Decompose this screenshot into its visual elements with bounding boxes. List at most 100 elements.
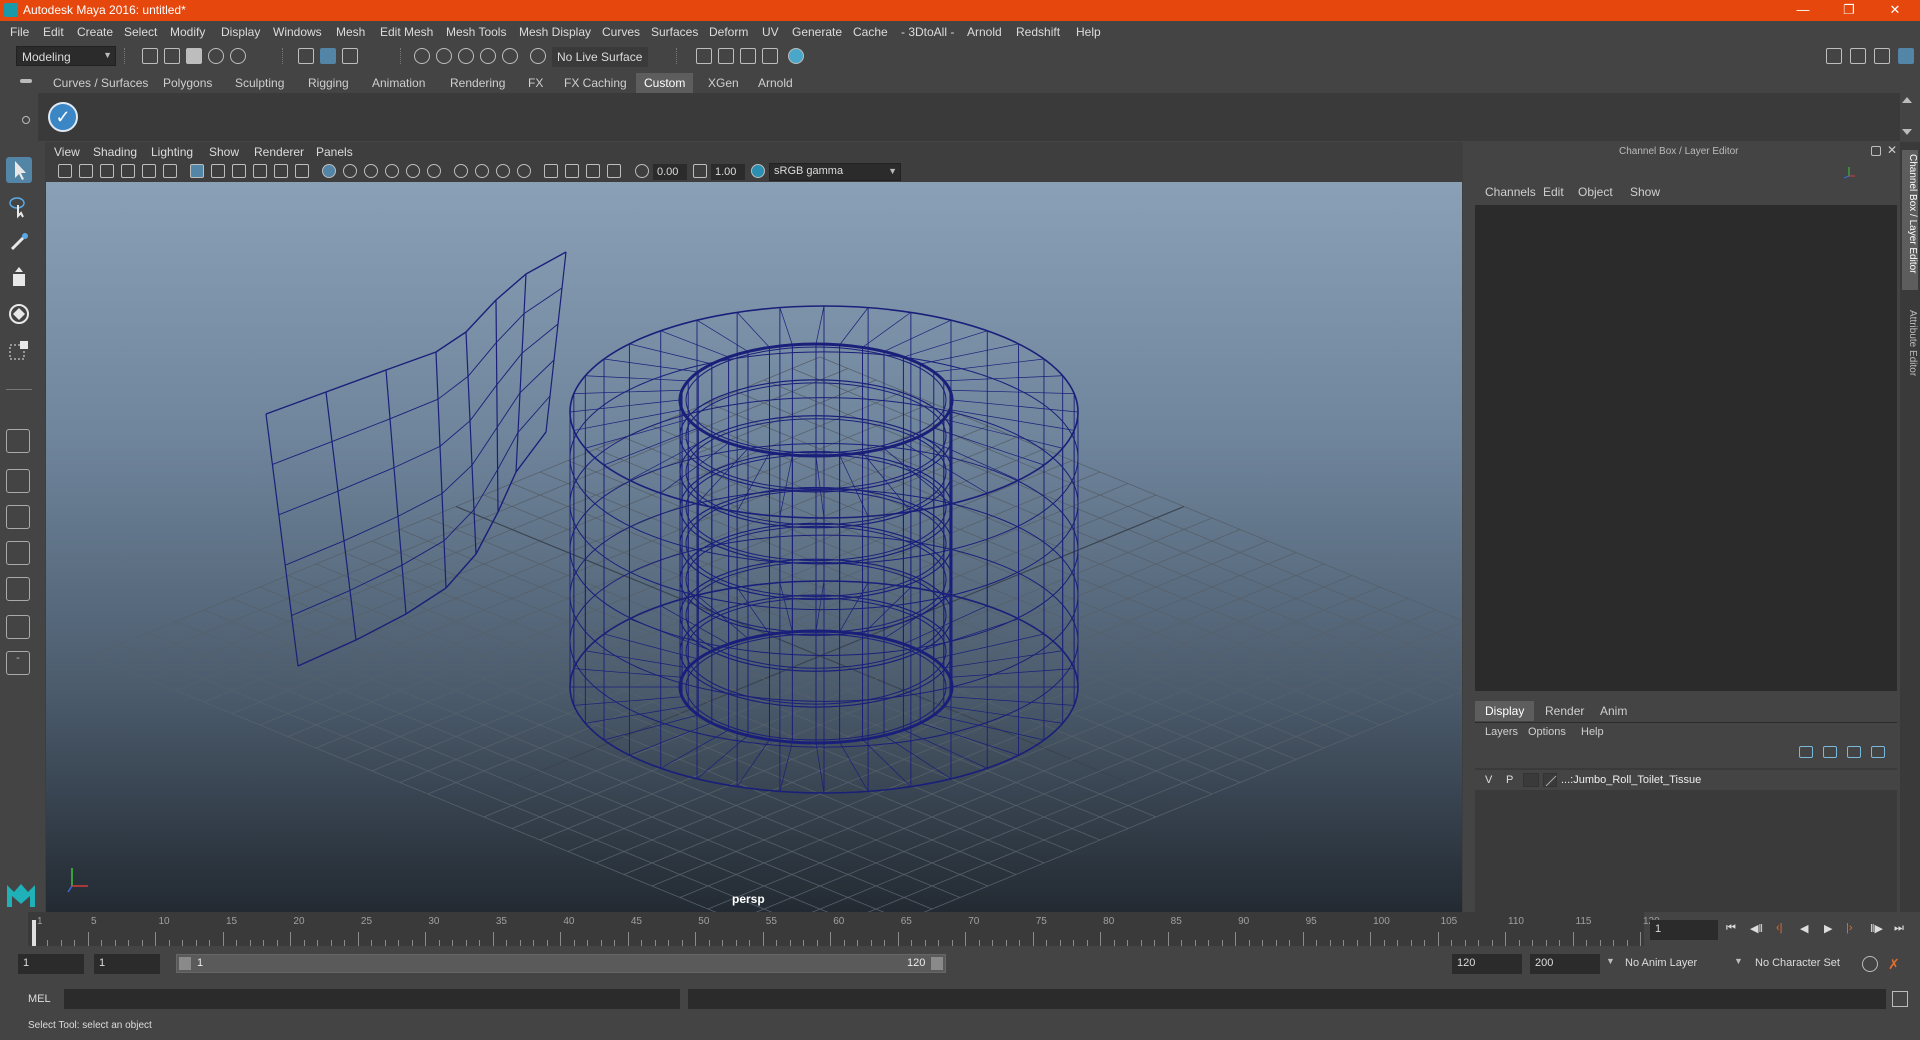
- menu-3dtoall[interactable]: - 3DtoAll -: [901, 25, 954, 39]
- grease-pencil-icon[interactable]: [163, 164, 177, 178]
- channel-box-axis-icon[interactable]: [1841, 164, 1857, 180]
- shelf-menu-icon[interactable]: [20, 79, 32, 83]
- wireframe-icon[interactable]: [322, 164, 336, 178]
- shelf-scroll-down-icon[interactable]: [1902, 129, 1912, 135]
- viewport-menu-panels[interactable]: Panels: [316, 145, 353, 159]
- step-forward-key-icon[interactable]: |›: [1846, 922, 1853, 934]
- menu-redshift[interactable]: Redshift: [1016, 25, 1060, 39]
- menu-curves[interactable]: Curves: [602, 25, 640, 39]
- menu-create[interactable]: Create: [77, 25, 113, 39]
- toggle-channel-box-icon[interactable]: [1898, 48, 1914, 64]
- workspace-icon[interactable]: [1826, 48, 1842, 64]
- live-surface-icon[interactable]: [530, 48, 546, 64]
- tab-curves-surfaces[interactable]: Curves / Surfaces: [45, 73, 156, 93]
- menu-help[interactable]: Help: [1076, 25, 1101, 39]
- viewport-menu-shading[interactable]: Shading: [93, 145, 137, 159]
- wireframe-on-shaded-icon[interactable]: [364, 164, 378, 178]
- tab-fx-caching[interactable]: FX Caching: [556, 73, 635, 93]
- channel-menu-object[interactable]: Object: [1568, 182, 1623, 202]
- bookmarks-icon[interactable]: [100, 164, 114, 178]
- image-plane-icon[interactable]: [121, 164, 135, 178]
- move-layer-up-icon[interactable]: [1799, 746, 1813, 758]
- quick-layout-four-icon[interactable]: [6, 469, 30, 493]
- chevron-down-icon[interactable]: ▼: [1734, 956, 1743, 966]
- grid-icon[interactable]: [190, 164, 204, 178]
- channel-box-body[interactable]: [1475, 205, 1897, 691]
- menu-mesh-tools[interactable]: Mesh Tools: [446, 25, 506, 39]
- 3d-viewport[interactable]: persp: [46, 182, 1462, 912]
- range-bar[interactable]: 1 120: [176, 954, 946, 973]
- new-layer-selected-icon[interactable]: [1871, 746, 1885, 758]
- channel-menu-show[interactable]: Show: [1620, 182, 1670, 202]
- playback-end-field[interactable]: 120: [1452, 954, 1522, 974]
- color-management-icon[interactable]: [751, 164, 765, 178]
- layer-menu-help[interactable]: Help: [1571, 723, 1614, 743]
- tab-polygons[interactable]: Polygons: [155, 73, 220, 93]
- smooth-shade-icon[interactable]: [343, 164, 357, 178]
- close-button[interactable]: ✕: [1872, 0, 1918, 21]
- current-frame-field[interactable]: 1: [1650, 920, 1718, 940]
- tab-animation[interactable]: Animation: [364, 73, 433, 93]
- step-back-key-icon[interactable]: ‹|: [1776, 922, 1783, 934]
- camera-attributes-icon[interactable]: [79, 164, 93, 178]
- layer-row[interactable]: V P ...:Jumbo_Roll_Toilet_Tissue: [1475, 770, 1897, 790]
- menu-windows[interactable]: Windows: [273, 25, 322, 39]
- time-ruler[interactable]: 1 5 10 15 20 25 30 35 40 45 50 55 60 65 70 75 80 85 90 95 10…: [28, 912, 1660, 946]
- toggle-outliner-icon[interactable]: [1874, 48, 1890, 64]
- quick-layout-single-icon[interactable]: [6, 429, 30, 453]
- anti-aliasing-icon[interactable]: [496, 164, 510, 178]
- lasso-tool-icon[interactable]: [6, 193, 32, 219]
- tab-arnold[interactable]: Arnold: [750, 73, 801, 93]
- menu-modify[interactable]: Modify: [170, 25, 205, 39]
- gamma-field[interactable]: 1.00: [711, 164, 745, 180]
- snap-curve-icon[interactable]: [436, 48, 452, 64]
- shadows-icon[interactable]: [427, 164, 441, 178]
- exposure-icon[interactable]: [635, 164, 649, 178]
- menu-file[interactable]: File: [10, 25, 29, 39]
- menu-edit-mesh[interactable]: Edit Mesh: [380, 25, 433, 39]
- play-backwards-icon[interactable]: ◀: [1800, 922, 1808, 935]
- step-back-frame-icon[interactable]: ◀‖: [1750, 922, 1763, 935]
- layer-name[interactable]: ...:Jumbo_Roll_Toilet_Tissue: [1561, 774, 1701, 786]
- current-time-indicator[interactable]: [32, 920, 36, 946]
- command-input[interactable]: [64, 989, 680, 1009]
- tab-xgen[interactable]: XGen: [700, 73, 747, 93]
- select-hierarchy-icon[interactable]: [298, 48, 314, 64]
- move-tool-icon[interactable]: [6, 265, 32, 291]
- save-scene-icon[interactable]: [186, 48, 202, 64]
- tab-rigging[interactable]: Rigging: [300, 73, 357, 93]
- new-scene-icon[interactable]: [142, 48, 158, 64]
- script-editor-icon[interactable]: [1892, 991, 1908, 1007]
- gate-mask-icon[interactable]: [253, 164, 267, 178]
- quick-layout-stack-icon[interactable]: [6, 541, 30, 565]
- layer-playback-toggle[interactable]: P: [1506, 774, 1513, 786]
- viewport-menu-view[interactable]: View: [54, 145, 80, 159]
- minimize-button[interactable]: —: [1780, 0, 1826, 21]
- mode-selector[interactable]: Modeling ▼: [16, 46, 116, 66]
- animation-preferences-icon[interactable]: ✗: [1888, 956, 1904, 972]
- range-end-handle[interactable]: [931, 957, 943, 970]
- resolution-gate-icon[interactable]: [232, 164, 246, 178]
- menu-edit[interactable]: Edit: [43, 25, 64, 39]
- colorspace-selector[interactable]: sRGB gamma ▼: [769, 163, 901, 181]
- render-view-icon[interactable]: [696, 48, 712, 64]
- tab-custom[interactable]: Custom: [636, 73, 694, 93]
- tab-sculpting[interactable]: Sculpting: [227, 73, 292, 93]
- hypershade-icon[interactable]: [788, 48, 804, 64]
- step-forward-frame-icon[interactable]: ‖▶: [1870, 922, 1883, 935]
- layer-visibility-toggle[interactable]: V: [1485, 774, 1492, 786]
- menu-select[interactable]: Select: [124, 25, 157, 39]
- shelf-options-icon[interactable]: [22, 116, 30, 124]
- snap-point-icon[interactable]: [458, 48, 474, 64]
- character-set-field[interactable]: No Character Set: [1750, 954, 1862, 974]
- menu-mesh[interactable]: Mesh: [336, 25, 365, 39]
- quick-layout-side-icon[interactable]: [6, 505, 30, 529]
- layer-tab-anim[interactable]: Anim: [1590, 701, 1637, 721]
- layer-tab-display[interactable]: Display: [1475, 701, 1535, 721]
- motion-blur-icon[interactable]: [475, 164, 489, 178]
- new-empty-layer-icon[interactable]: [1847, 746, 1861, 758]
- side-tab-attribute-editor[interactable]: Attribute Editor: [1902, 306, 1918, 406]
- render-settings-icon[interactable]: [762, 48, 778, 64]
- restore-button[interactable]: ❐: [1826, 0, 1872, 21]
- isolate-select-icon[interactable]: [544, 164, 558, 178]
